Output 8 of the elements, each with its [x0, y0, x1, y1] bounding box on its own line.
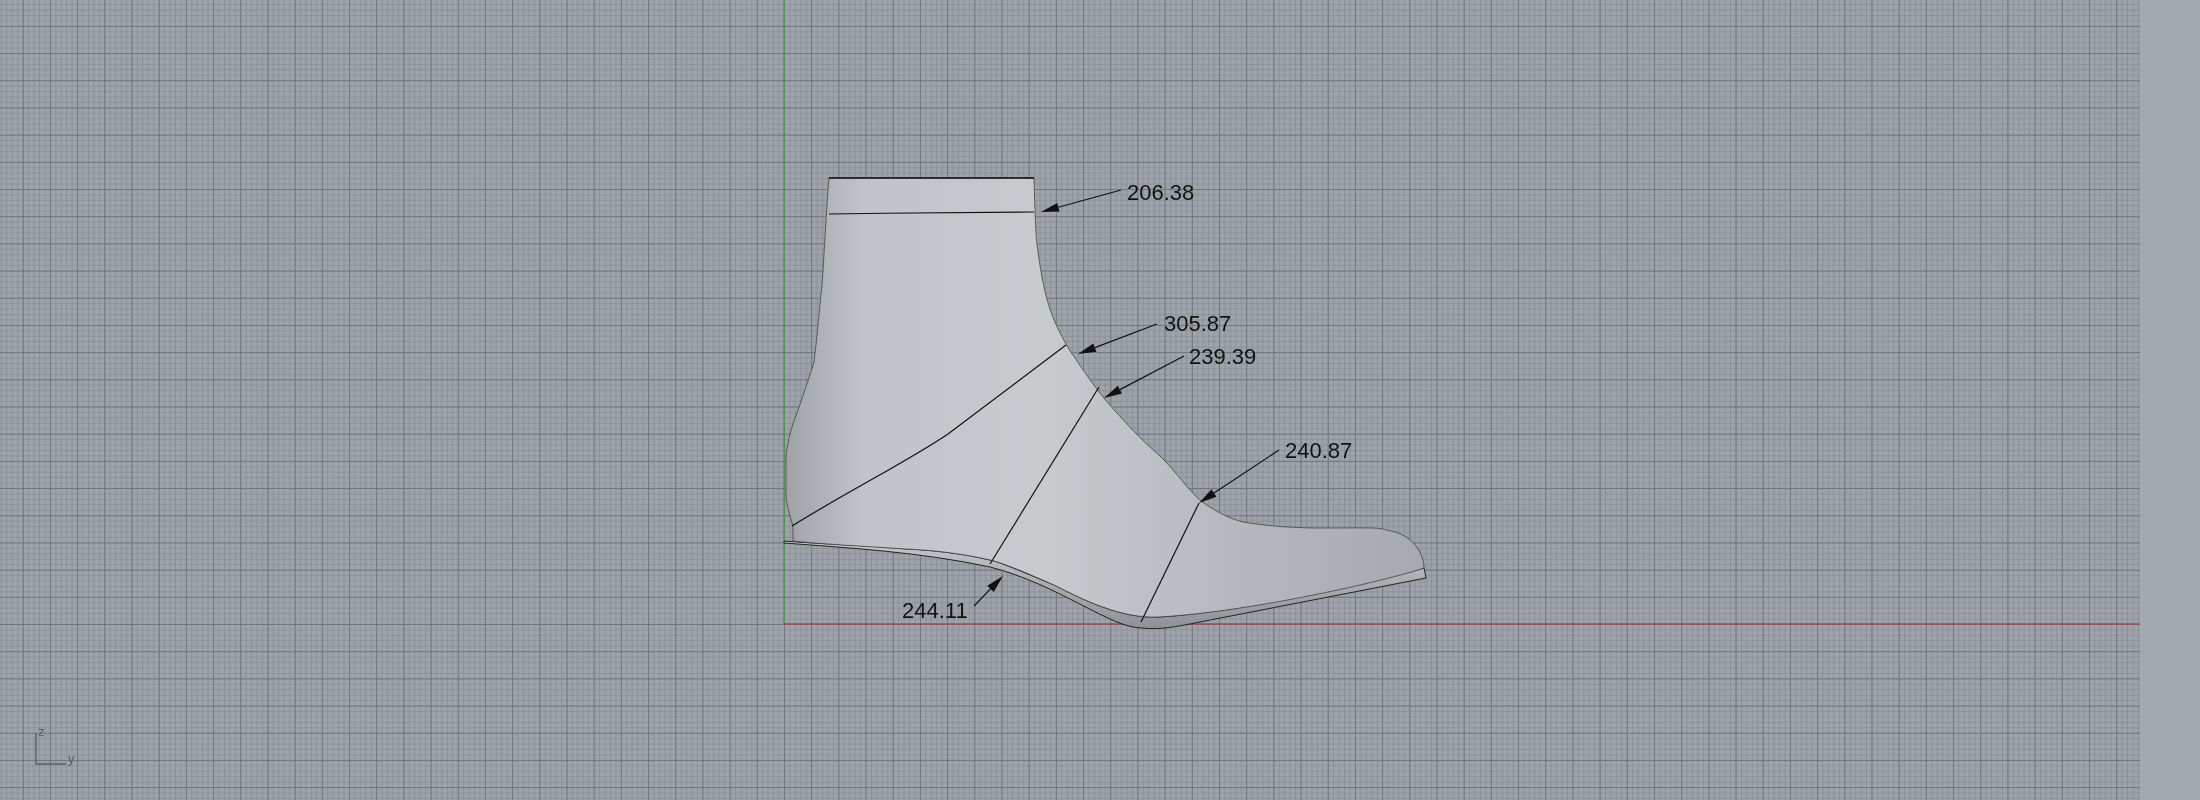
leader-arrow [973, 576, 1003, 607]
dimension-label: 244.11 [902, 598, 968, 623]
axis-label: y [68, 752, 75, 765]
dimension-label: 305.87 [1164, 311, 1232, 336]
dimension-label: 240.87 [1285, 438, 1353, 463]
dimension-label: 239.39 [1189, 344, 1257, 369]
axis-label: z [38, 725, 45, 738]
dimension-label: 206.38 [1127, 180, 1195, 205]
